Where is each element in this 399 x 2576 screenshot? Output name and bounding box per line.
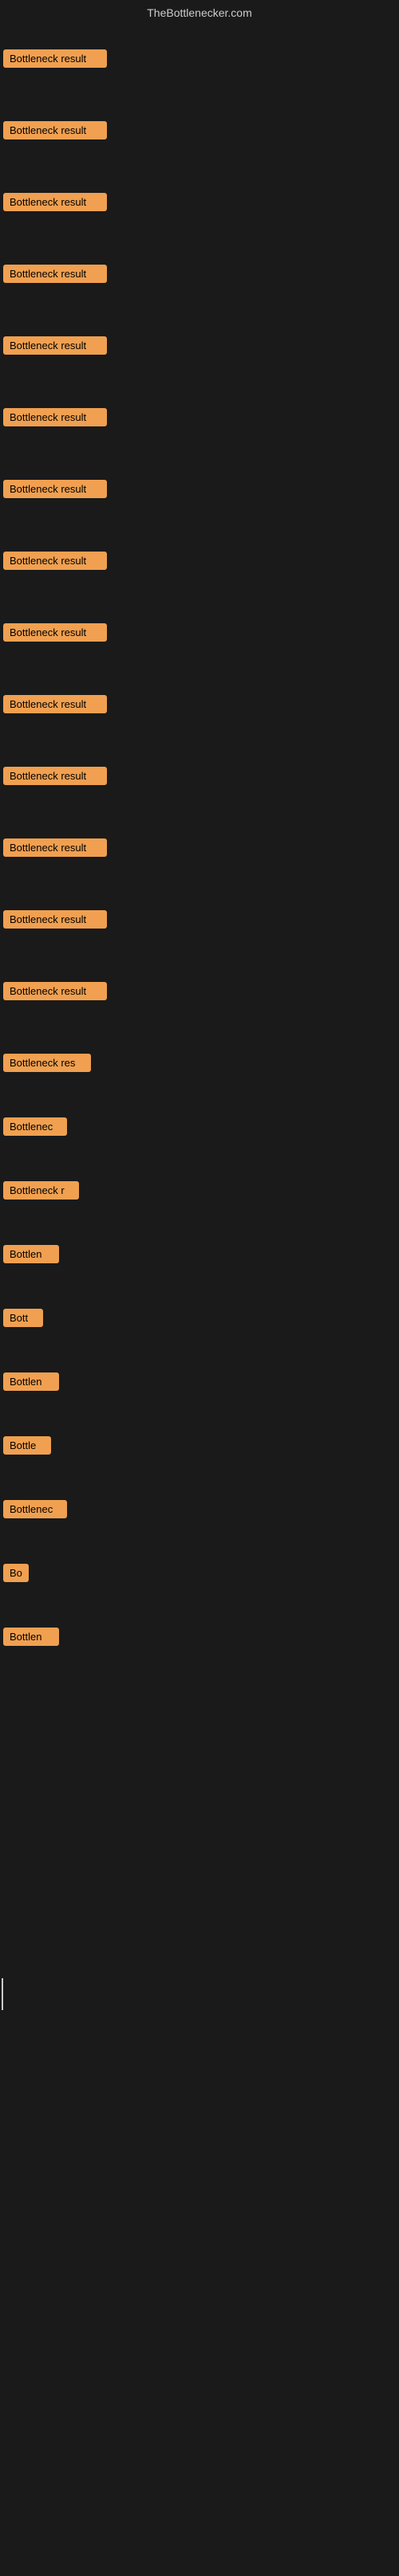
bottleneck-badge[interactable]: Bottlen [3, 1628, 59, 1646]
bottleneck-item: Bottleneck result [3, 838, 107, 861]
bottleneck-badge[interactable]: Bottleneck result [3, 193, 107, 211]
bottleneck-item: Bottleneck res [3, 1054, 91, 1076]
bottleneck-badge[interactable]: Bottleneck result [3, 480, 107, 498]
bottleneck-badge[interactable]: Bottleneck result [3, 767, 107, 785]
bottleneck-badge[interactable]: Bottlen [3, 1372, 59, 1391]
bottleneck-badge[interactable]: Bott [3, 1309, 43, 1327]
bottleneck-item: Bottleneck result [3, 623, 107, 646]
bottleneck-item: Bottleneck result [3, 695, 107, 717]
bottleneck-badge[interactable]: Bottleneck result [3, 910, 107, 929]
bottleneck-badge[interactable]: Bottleneck result [3, 838, 107, 857]
bottleneck-badge[interactable]: Bottlen [3, 1245, 59, 1263]
bottleneck-badge[interactable]: Bottleneck result [3, 623, 107, 642]
bottleneck-badge[interactable]: Bottleneck result [3, 265, 107, 283]
bottleneck-badge[interactable]: Bottleneck result [3, 121, 107, 139]
bottleneck-badge[interactable]: Bottleneck r [3, 1181, 79, 1200]
bottleneck-badge[interactable]: Bottleneck result [3, 552, 107, 570]
bottleneck-item: Bottleneck result [3, 910, 107, 933]
bottleneck-item: Bottleneck result [3, 480, 107, 502]
bottleneck-item: Bo [3, 1564, 29, 1586]
bottleneck-item: Bottle [3, 1436, 51, 1459]
bottleneck-item: Bottleneck result [3, 982, 107, 1004]
bottleneck-badge[interactable]: Bottleneck result [3, 49, 107, 68]
bottleneck-item: Bottlen [3, 1245, 59, 1267]
bottleneck-badge[interactable]: Bottle [3, 1436, 51, 1455]
bottleneck-item: Bottleneck result [3, 121, 107, 143]
bottleneck-badge[interactable]: Bottleneck result [3, 408, 107, 426]
bottleneck-badge[interactable]: Bo [3, 1564, 29, 1582]
bottleneck-badge[interactable]: Bottlenec [3, 1117, 67, 1136]
bottleneck-item: Bottlenec [3, 1500, 67, 1522]
bottleneck-badge[interactable]: Bottleneck res [3, 1054, 91, 1072]
bottleneck-item: Bottlen [3, 1628, 59, 1650]
site-title: TheBottlenecker.com [0, 0, 399, 26]
bottleneck-item: Bottlenec [3, 1117, 67, 1140]
bottleneck-item: Bottleneck result [3, 265, 107, 287]
bottleneck-item: Bottleneck result [3, 336, 107, 359]
bottleneck-badge[interactable]: Bottleneck result [3, 336, 107, 355]
bottleneck-badge[interactable]: Bottleneck result [3, 982, 107, 1000]
bottleneck-item: Bottleneck result [3, 408, 107, 430]
bottleneck-badge[interactable]: Bottlenec [3, 1500, 67, 1518]
bottleneck-item: Bottleneck result [3, 49, 107, 72]
bottleneck-item: Bott [3, 1309, 43, 1331]
bottleneck-item: Bottlen [3, 1372, 59, 1395]
bottleneck-item: Bottleneck result [3, 552, 107, 574]
bottleneck-item: Bottleneck r [3, 1181, 79, 1204]
bottleneck-item: Bottleneck result [3, 193, 107, 215]
cursor-line [2, 1978, 3, 2010]
bottleneck-badge[interactable]: Bottleneck result [3, 695, 107, 713]
bottleneck-item: Bottleneck result [3, 767, 107, 789]
